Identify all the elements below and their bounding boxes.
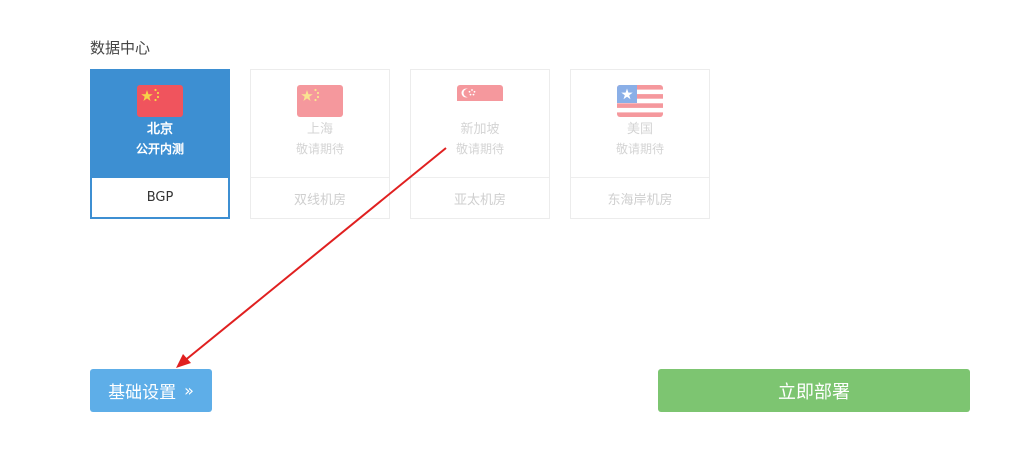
datacenter-name: 新加坡 [460,122,500,137]
datacenter-card-singapore[interactable]: 新加坡 敬请期待 亚太机房 [410,69,550,219]
datacenter-line: 东海岸机房 [607,192,673,208]
datacenter-card-header: 新加坡 敬请期待 [411,70,549,178]
section-title: 数据中心 [90,39,151,57]
datacenter-card-header: 上海 敬请期待 [251,70,389,178]
deploy-now-label: 立即部署 [778,381,850,403]
deploy-page: 数据中心 北京 公开内测 BGP 上海 敬请期待 双线机房 新加坡 敬请期待 亚… [0,0,1034,469]
datacenter-status: 公开内测 [135,142,184,156]
datacenter-card-header: 北京 公开内测 [92,71,228,178]
datacenter-name: 北京 [146,122,173,137]
datacenter-card-header: 美国 敬请期待 [571,70,709,178]
datacenter-line: BGP [146,190,174,205]
double-chevron-right-icon: » [184,381,194,400]
datacenter-list: 北京 公开内测 BGP 上海 敬请期待 双线机房 新加坡 敬请期待 亚太机房 美… [90,69,730,219]
datacenter-name: 上海 [306,122,333,137]
datacenter-card-usa[interactable]: 美国 敬请期待 东海岸机房 [570,69,710,219]
datacenter-line: 双线机房 [293,192,346,208]
china-flag-icon [137,85,183,117]
datacenter-card-shanghai[interactable]: 上海 敬请期待 双线机房 [250,69,390,219]
usa-flag-icon [617,85,663,117]
datacenter-card-beijing[interactable]: 北京 公开内测 BGP [90,69,230,219]
basic-settings-label: 基础设置 [108,383,177,403]
datacenter-status: 敬请期待 [295,142,344,156]
basic-settings-button[interactable]: 基础设置 » [90,369,212,412]
deploy-now-button[interactable]: 立即部署 [658,369,970,412]
datacenter-status: 敬请期待 [615,142,664,156]
china-flag-icon [297,85,343,117]
datacenter-name: 美国 [626,122,653,137]
datacenter-status: 敬请期待 [455,142,504,156]
singapore-flag-icon [457,85,503,117]
datacenter-line: 亚太机房 [453,192,506,208]
